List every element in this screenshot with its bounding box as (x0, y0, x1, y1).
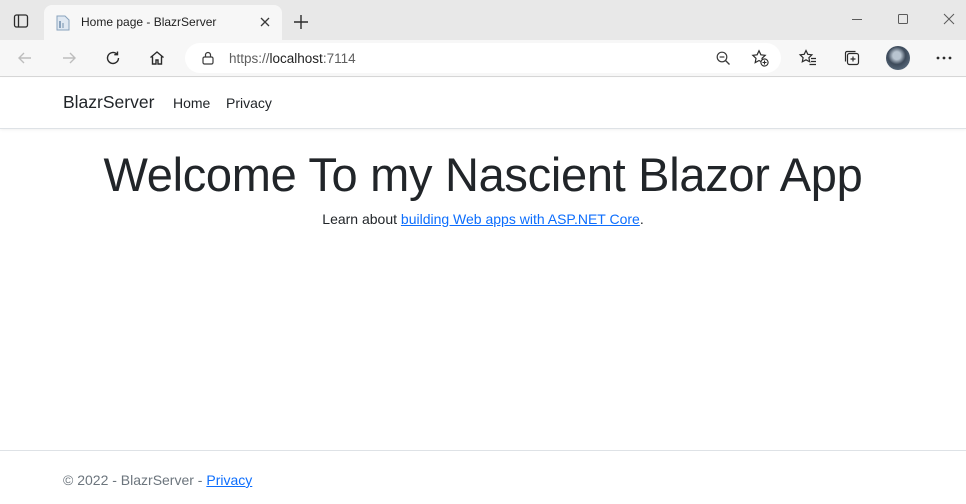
footer-text: © 2022 - BlazrServer - Privacy (63, 472, 252, 488)
url-text: https://localhost:7114 (229, 51, 356, 66)
more-options-icon[interactable] (934, 48, 954, 68)
browser-tab-active[interactable]: Home page - BlazrServer (44, 5, 282, 40)
url-host: localhost (269, 51, 323, 66)
browser-toolbar: https://localhost:7114 (0, 40, 966, 77)
tab-actions-icon[interactable] (12, 12, 30, 30)
zoom-out-icon[interactable] (715, 50, 731, 66)
page-heading: Welcome To my Nascient Blazor App (103, 148, 863, 201)
close-tab-icon[interactable] (258, 15, 272, 29)
profile-avatar[interactable] (886, 46, 910, 70)
navbar-brand[interactable]: BlazrServer (63, 92, 154, 113)
lock-icon[interactable] (200, 50, 216, 66)
page-favicon-icon (56, 15, 70, 31)
lead-paragraph: Learn about building Web apps with ASP.N… (0, 211, 966, 227)
lead-suffix: . (639, 211, 644, 227)
nav-link-home[interactable]: Home (173, 95, 210, 111)
minimize-icon[interactable] (849, 11, 865, 27)
forward-icon[interactable] (59, 48, 79, 68)
add-favorite-icon[interactable] (751, 49, 769, 67)
url-port: :7114 (322, 51, 356, 66)
footer-privacy-link[interactable]: Privacy (206, 472, 252, 488)
nav-link-privacy[interactable]: Privacy (226, 95, 272, 111)
footer-copyright: © 2022 - BlazrServer - (63, 472, 207, 488)
address-bar[interactable]: https://localhost:7114 (185, 43, 781, 73)
site-footer: © 2022 - BlazrServer - Privacy (0, 450, 966, 504)
new-tab-icon[interactable] (292, 13, 310, 31)
favorites-icon[interactable] (798, 48, 818, 68)
home-icon[interactable] (147, 48, 167, 68)
back-icon[interactable] (15, 48, 35, 68)
site-navbar: BlazrServer Home Privacy (0, 78, 966, 129)
url-protocol: https:// (229, 51, 270, 66)
main-content: Welcome To my Nascient Blazor App Learn … (0, 129, 966, 449)
tab-title: Home page - BlazrServer (81, 15, 217, 29)
close-window-icon[interactable] (941, 11, 957, 27)
collections-icon[interactable] (842, 48, 862, 68)
refresh-icon[interactable] (103, 48, 123, 68)
browser-tabstrip: Home page - BlazrServer (0, 0, 966, 40)
maximize-icon[interactable] (895, 11, 911, 27)
aspnet-docs-link[interactable]: building Web apps with ASP.NET Core (401, 211, 640, 227)
lead-prefix: Learn about (322, 211, 401, 227)
